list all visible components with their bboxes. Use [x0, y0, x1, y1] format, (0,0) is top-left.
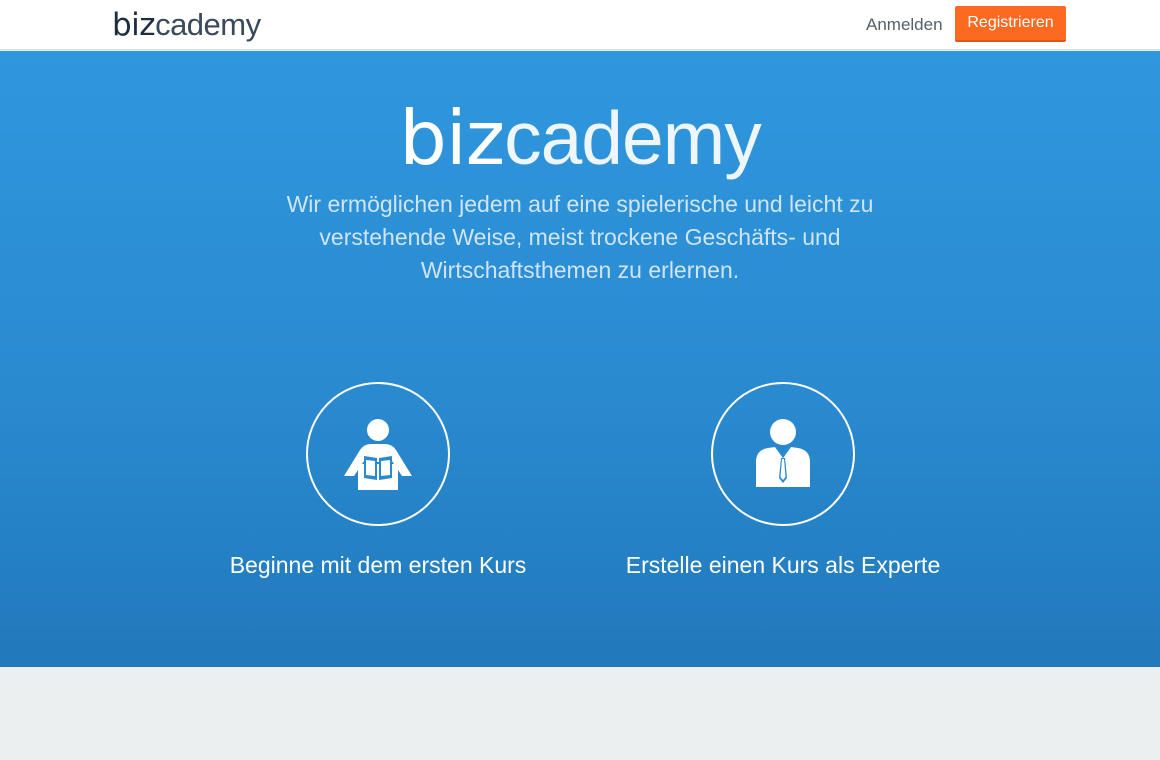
header-logo-bold: biz — [112, 7, 156, 43]
header-logo[interactable]: bizcademy — [112, 5, 261, 45]
hero-logo: bizcademy — [0, 93, 1160, 183]
create-course-label: Erstelle einen Kurs als Experte — [625, 552, 941, 578]
start-first-course-option[interactable]: Beginne mit dem ersten Kurs — [198, 382, 558, 582]
header-logo-light: cademy — [155, 7, 261, 42]
hero-section: bizcademy Wir ermöglichen jedem auf eine… — [0, 51, 1160, 667]
reader-icon — [344, 419, 412, 490]
top-navigation-bar: bizcademy Anmelden Registrieren — [0, 0, 1160, 50]
create-course-option[interactable]: Erstelle einen Kurs als Experte — [603, 382, 963, 582]
businessman-icon-circle[interactable] — [711, 382, 855, 526]
login-link[interactable]: Anmelden — [866, 14, 943, 36]
register-button[interactable]: Registrieren — [955, 6, 1066, 42]
hero-logo-bold: biz — [399, 94, 505, 182]
businessman-icon — [756, 419, 810, 487]
reader-icon-circle[interactable] — [306, 382, 450, 526]
start-first-course-label: Beginne mit dem ersten Kurs — [229, 552, 527, 578]
hero-logo-light: cademy — [504, 96, 762, 180]
hero-tagline: Wir ermöglichen jedem auf eine spieleris… — [286, 191, 874, 283]
